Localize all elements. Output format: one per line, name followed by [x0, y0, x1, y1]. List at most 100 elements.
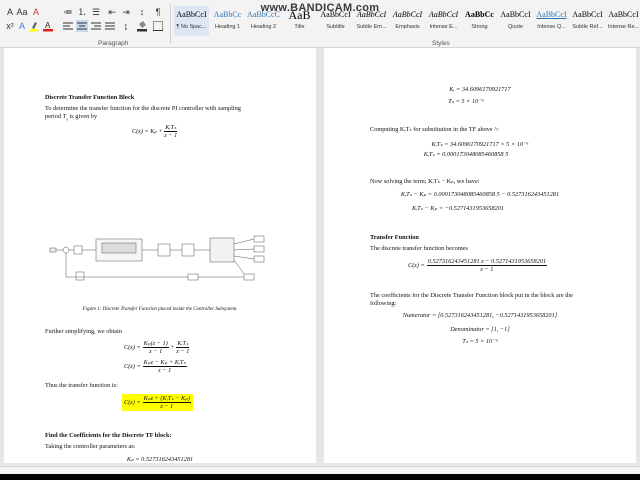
style-gallery-item[interactable]: AaBbCcI Subtitle — [318, 6, 353, 36]
frac-num: Kₚ(z − 1) — [142, 340, 169, 348]
text-run: period — [45, 113, 62, 120]
frac-den: z − 1 — [176, 348, 190, 355]
font-color-a-icon[interactable]: A — [4, 6, 16, 18]
style-name-label: Subtle Ref... — [572, 24, 603, 30]
equation-2: C(z) = Kₚ(z − 1) z − 1 + KᵢTₛ z − 1 — [124, 340, 190, 355]
style-sample-text: AaBbCcI — [356, 10, 387, 19]
paragraph-text: The coefficients for the Discrete Transf… — [370, 292, 573, 299]
frac-num: 0.527316243451281 z − 0.5271431953658201 — [426, 258, 548, 266]
line-spacing-icon[interactable]: ↨ — [120, 20, 132, 32]
frac-num: Kₚz + (KᵢTₛ − Kₚ) — [142, 395, 191, 403]
style-name-label: Quote — [508, 24, 523, 30]
align-center-icon[interactable] — [76, 20, 88, 32]
output-block — [243, 273, 255, 281]
style-sample-text: AaBbCcI — [608, 10, 639, 19]
bullets-icon[interactable]: ≔ — [62, 6, 74, 18]
subsystem-block — [209, 237, 235, 263]
fraction: Kₚz + (KᵢTₛ − Kₚ) z − 1 — [142, 395, 191, 410]
increase-indent-icon[interactable]: ⇥ — [120, 6, 132, 18]
style-gallery-item[interactable]: AaBbCcC Heading 2 — [246, 6, 281, 36]
align-left-icon[interactable] — [62, 20, 74, 32]
style-gallery-item[interactable]: AaBbCcI Intense E... — [426, 6, 461, 36]
frac-num: KᵢTₛ — [176, 340, 190, 348]
style-gallery-item[interactable]: AaBbCcI Subtle Em... — [354, 6, 389, 36]
paragraph-text: period Ts is given by — [45, 113, 97, 123]
paragraph-text: To determine the transfer function for t… — [45, 105, 241, 112]
heading-find-coefficients: Find the Coefficients for the Discrete T… — [45, 432, 172, 439]
style-sample-text: AaBbCcI — [500, 10, 531, 19]
paragraph-text: The discrete transfer function becomes — [370, 245, 468, 252]
eq-lhs: C(z) = K — [132, 128, 155, 135]
screen-bottom-edge — [0, 474, 640, 480]
align-right-icon[interactable] — [90, 20, 102, 32]
style-gallery-item[interactable]: AaBbCc Strong — [462, 6, 497, 36]
frac-den: z − 1 — [160, 403, 174, 410]
style-sample-text: AaB — [288, 8, 311, 22]
group-divider — [170, 4, 171, 44]
paragraph-text: Taking the controller parameters as: — [45, 443, 136, 450]
frac-den: z − 1 — [158, 367, 172, 374]
eq-lhs: C(z) = — [408, 262, 425, 269]
eq-op: + — [158, 128, 163, 135]
kits-calc-line: KᵢTₛ = 34.6096170921717 × 5 × 10⁻⁶ — [431, 141, 529, 148]
font-color-icon[interactable]: A — [42, 20, 54, 32]
fraction: Kₚ(z − 1) z − 1 — [142, 340, 169, 355]
zoh-block — [101, 242, 137, 254]
style-gallery-item[interactable]: AaBbCcI Intense Q... — [534, 6, 569, 36]
style-name-label: Intense E... — [429, 24, 458, 30]
paragraph-text: Now solving the term; KᵢTₛ − Kₚ, we have… — [370, 178, 480, 185]
eq-op: + — [170, 344, 175, 351]
style-name-label: Title — [294, 24, 305, 30]
style-gallery-item[interactable]: AaBbCcI ¶ No Spac... — [174, 6, 209, 36]
style-name-label: Subtitle — [326, 24, 345, 30]
font-color-swatch-icon: A — [43, 21, 53, 32]
text-run: is given by — [69, 113, 98, 120]
shading-icon[interactable] — [136, 20, 148, 32]
document-page-right[interactable]: Kᵢ = 34.6096170921717 Tₛ = 5 × 10⁻⁶ Comp… — [324, 48, 636, 463]
ribbon: www.BANDICAM.com A Aa A x² A A ≔ ⒈ ☰ ⇤ ⇥… — [0, 0, 640, 48]
style-gallery-item[interactable]: AaB Title — [282, 6, 317, 36]
style-gallery-item[interactable]: AaBbCc Heading 1 — [210, 6, 245, 36]
scope-block-3 — [253, 255, 265, 263]
kp-value: Kₚ = 0.527316243451281 — [126, 456, 194, 463]
style-name-label: Intense Q... — [537, 24, 566, 30]
saturation-block — [181, 243, 195, 257]
style-name-label: Emphasis — [395, 24, 420, 30]
denominator-line: Denominator = [1, −1] — [450, 326, 510, 333]
style-sample-text: AaBbCcI — [428, 10, 459, 19]
transfer-function-equation: C(z) = 0.527316243451281 z − 0.527143195… — [408, 258, 548, 273]
multilevel-list-icon[interactable]: ☰ — [90, 6, 102, 18]
style-sample-text: AaBbCcI — [572, 10, 603, 19]
justify-icon[interactable] — [104, 20, 116, 32]
clear-formatting-icon[interactable]: A — [30, 6, 42, 18]
fraction: 0.527316243451281 z − 0.5271431953658201… — [426, 258, 548, 273]
style-name-label: Heading 2 — [250, 24, 277, 30]
style-gallery-item[interactable]: AaBbCcI Emphasis — [390, 6, 425, 36]
equation-3: C(z) = Kₚz − Kₚ + KᵢTₛ z − 1 — [124, 359, 187, 374]
style-sample-text: AaBbCcC — [247, 10, 280, 19]
style-gallery-item[interactable]: AaBbCcI Intense Re... — [606, 6, 640, 36]
svg-text:A: A — [45, 21, 51, 30]
frac-num: Kₚz − Kₚ + KᵢTₛ — [142, 359, 187, 367]
borders-icon[interactable] — [152, 20, 164, 32]
show-marks-icon[interactable]: ¶ — [152, 6, 164, 18]
align-right-lines-icon — [91, 22, 101, 30]
style-name-label: Intense Re... — [607, 24, 640, 30]
style-name-label: Strong — [471, 24, 488, 30]
ki-value: Kᵢ = 34.6096170921717 — [449, 86, 511, 93]
change-case-icon[interactable]: Aa — [16, 6, 28, 18]
superscript-icon[interactable]: x² — [4, 20, 16, 32]
document-page-left[interactable]: Discrete Transfer Function Block To dete… — [4, 48, 316, 463]
highlight-icon[interactable] — [28, 20, 40, 32]
style-sample-text: AaBbCcI — [176, 10, 207, 19]
style-name-label: Heading 1 — [214, 24, 241, 30]
equation-1: C(z) = Kp + KᵢTₛ z − 1 — [132, 124, 178, 139]
numbering-icon[interactable]: ⒈ — [76, 6, 88, 18]
style-gallery-item[interactable]: AaBbCcI Quote — [498, 6, 533, 36]
kits-result-line: KᵢTₛ = 0.000173048085460858 5 — [423, 151, 509, 158]
text-effects-icon[interactable]: A — [16, 20, 28, 32]
decrease-indent-icon[interactable]: ⇤ — [106, 6, 118, 18]
sort-icon[interactable]: ↕ — [136, 6, 148, 18]
style-gallery-item[interactable]: AaBbCcI Subtle Ref... — [570, 6, 605, 36]
style-sample-text: AaBbCcI — [536, 10, 567, 19]
